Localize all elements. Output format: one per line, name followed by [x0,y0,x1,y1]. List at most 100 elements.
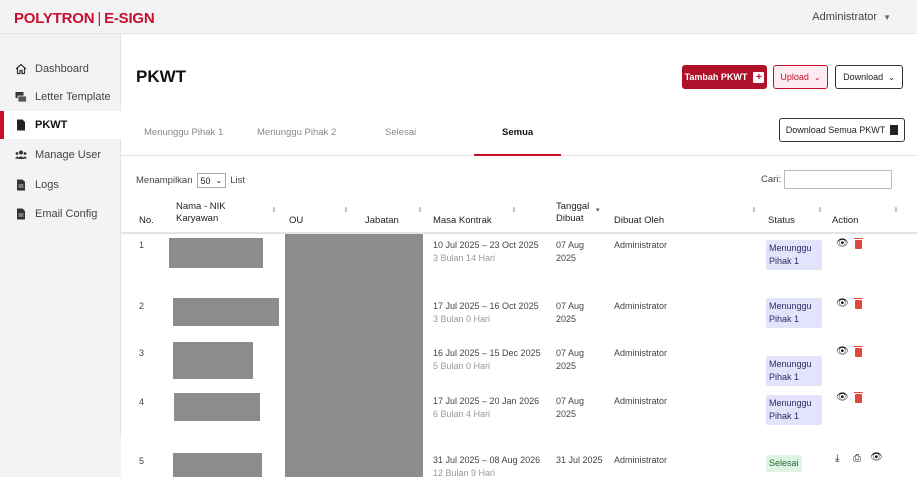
add-pkwt-label: Tambah PKWT [684,72,748,82]
row-number: 2 [139,301,145,311]
view-icon[interactable]: 👁 [836,346,849,357]
download-icon[interactable]: ⤓ [835,453,839,464]
view-icon[interactable]: 👁 [836,238,849,249]
sort-icon: ⬍ [343,207,349,214]
redacted-name [173,298,279,326]
contract-dates: 17 Jul 2025 – 16 Oct 2025 [433,301,539,311]
show-prefix: Menampilkan [136,175,193,186]
sidebar-item-email-config[interactable]: Email Config [0,200,121,228]
contract-duration: 3 Bulan 14 Hari [433,253,496,263]
status-badge: Menunggu Pihak 1 [766,356,822,386]
caret-down-icon: ▼ [883,13,891,22]
delete-icon[interactable] [854,392,863,403]
column-status[interactable]: Status [768,215,795,227]
sidebar-item-label: Letter Template [35,91,111,103]
created-by: Administrator [614,240,668,250]
sidebar-item-dashboard[interactable]: Dashboard [0,55,121,83]
contract-period: 17 Jul 2025 – 20 Jan 2026 6 Bulan 4 Hari [433,395,539,421]
search-label: Cari: [761,174,782,185]
sort-icon: ⬍ [817,207,823,214]
contract-duration: 6 Bulan 4 Hari [433,409,491,419]
column-tanggal-dibuat[interactable]: Tanggal Dibuat [556,201,596,225]
column-dibuat-oleh[interactable]: Dibuat Oleh [614,215,664,227]
delete-icon[interactable] [854,346,863,357]
user-menu[interactable]: Administrator ▼ [812,11,891,23]
created-date: 31 Jul 2025 [556,455,603,465]
brand-logo[interactable]: POLYTRON | E-SIGN [14,10,155,27]
view-icon[interactable]: 👁 [836,298,849,309]
status-badge: Menunggu Pihak 1 [766,240,822,270]
contract-dates: 17 Jul 2025 – 20 Jan 2026 [433,396,540,406]
brand-product: E-SIGN [104,10,155,27]
row-number: 4 [139,397,145,407]
file-icon [15,208,27,220]
tab-semua[interactable]: Semua [502,127,533,138]
sort-icon: ⬍ [893,207,899,214]
sidebar-item-pkwt[interactable]: PKWT [0,111,121,139]
home-icon [15,63,27,75]
tab-selesai[interactable]: Selesai [385,127,416,138]
show-suffix: List [230,175,246,186]
active-tab-indicator [474,154,561,156]
created-date: 07 Aug 2025 [556,240,585,263]
created-date: 07 Aug 2025 [556,301,585,324]
delete-icon[interactable] [854,238,863,249]
sidebar-item-label: Logs [35,179,59,191]
row-number: 5 [139,456,145,466]
download-all-button[interactable]: Download Semua PKWT [779,118,905,142]
created-by: Administrator [614,348,668,358]
created-by: Administrator [614,396,668,406]
contract-dates: 16 Jul 2025 – 15 Dec 2025 [433,348,541,358]
tab-menunggu-pihak-2[interactable]: Menunggu Pihak 2 [257,127,336,138]
page-length-select[interactable]: 50 ⌄ [196,173,227,188]
sidebar-item-manage-user[interactable]: Manage User [0,141,121,169]
sort-desc-icon: ▾ [596,207,600,214]
created-by: Administrator [614,455,668,465]
contract-period: 16 Jul 2025 – 15 Dec 2025 5 Bulan 0 Hari [433,347,541,373]
redacted-name [174,393,260,421]
redacted-name [169,238,263,268]
status-badge: Menunggu Pihak 1 [766,298,822,328]
view-icon[interactable]: 👁 [836,392,849,403]
sidebar-item-letter-template[interactable]: Letter Template [0,83,121,111]
chevron-down-icon: ⌄ [888,72,895,82]
view-icon[interactable]: 👁 [870,452,883,463]
column-masa-kontrak[interactable]: Masa Kontrak [433,215,492,227]
delete-icon[interactable] [854,298,863,309]
contract-duration: 12 Bulan 9 Hari [433,468,496,477]
column-no[interactable]: No. [139,215,154,227]
sidebar-item-label: Dashboard [35,63,89,75]
upload-label: Upload [780,72,809,82]
sort-icon: ⬍ [417,207,423,214]
print-icon[interactable]: ⎙ [853,453,861,464]
column-jabatan[interactable]: Jabatan [365,215,399,227]
created-date: 07 Aug 2025 [556,348,585,371]
row-number: 1 [139,240,145,250]
download-all-label: Download Semua PKWT [785,125,886,135]
download-label: Download [843,72,884,82]
tab-menunggu-pihak-1[interactable]: Menunggu Pihak 1 [144,127,223,138]
download-button[interactable]: Download ⌄ [835,65,903,89]
column-ou[interactable]: OU [289,215,303,227]
page-length-value: 50 [200,175,211,186]
contract-duration: 5 Bulan 0 Hari [433,361,491,371]
sidebar-item-label: Email Config [35,208,98,220]
upload-button[interactable]: Upload ⌄ [773,65,828,89]
add-pkwt-button[interactable]: Tambah PKWT + [682,65,767,89]
contract-dates: 31 Jul 2025 – 08 Aug 2026 [433,455,541,465]
user-name: Administrator [812,11,878,23]
document-download-icon [890,125,899,135]
search-input[interactable] [784,170,893,189]
status-badge: Menunggu Pihak 1 [766,395,822,425]
column-action[interactable]: Action [832,215,858,227]
document-icon [15,119,27,131]
redacted-name [173,342,253,379]
contract-period: 10 Jul 2025 – 23 Oct 2025 3 Bulan 14 Hari [433,239,539,265]
sidebar: Dashboard Letter Template PKWT Manage Us… [0,34,121,436]
sidebar-item-logs[interactable]: Logs [0,171,121,199]
contract-period: 31 Jul 2025 – 08 Aug 2026 12 Bulan 9 Hari [433,454,540,477]
page-length-control: Menampilkan 50 ⌄ List [136,173,245,188]
users-icon [15,149,27,161]
redacted-name [173,453,262,477]
column-nama-nik[interactable]: Nama - NIK Karyawan [176,201,236,225]
